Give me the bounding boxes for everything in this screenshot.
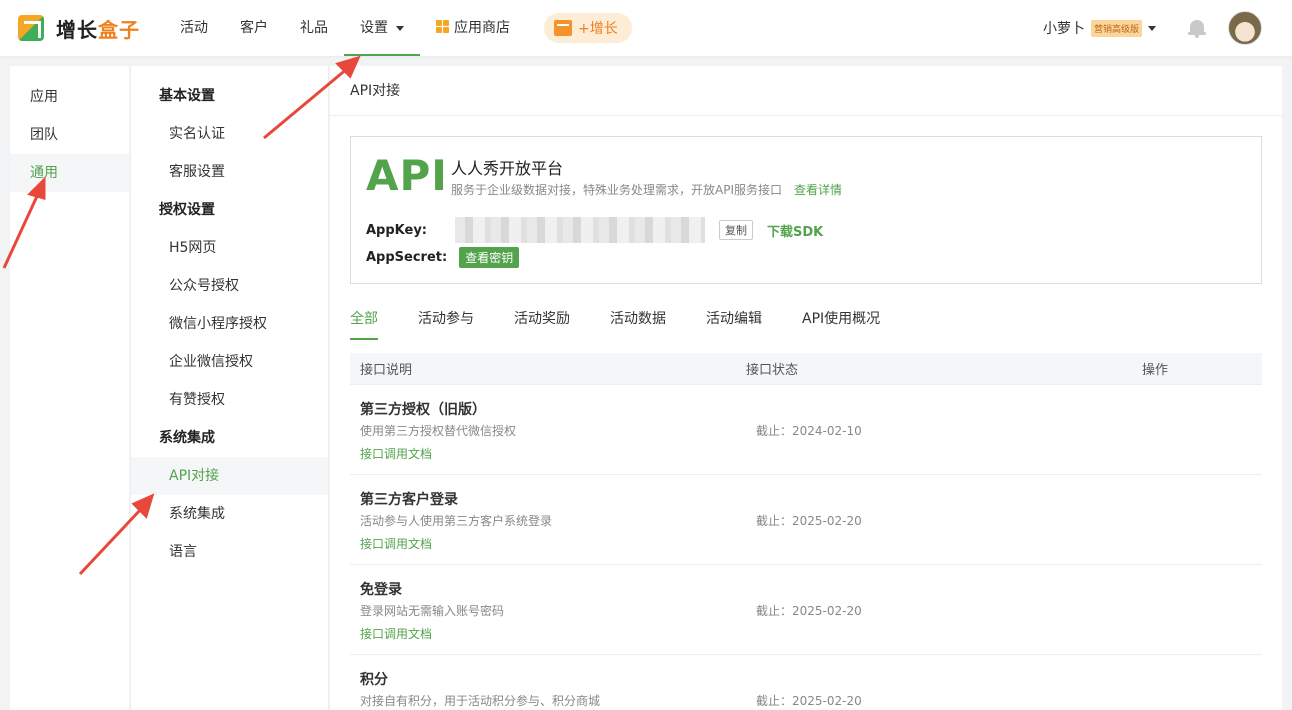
row-doc-link[interactable]: 接口调用文档 bbox=[360, 625, 432, 642]
chevron-down-icon bbox=[396, 25, 404, 31]
row-desc: 活动参与人使用第三方客户系统登录 bbox=[360, 514, 553, 528]
row-doc-link[interactable]: 接口调用文档 bbox=[360, 445, 432, 462]
table-row: 第三方客户登录 活动参与人使用第三方客户系统登录 接口调用文档 截止：2025-… bbox=[350, 475, 1262, 565]
app-logo[interactable]: 增长盒子 bbox=[18, 14, 164, 43]
row-status: 截止：2024-02-10 bbox=[756, 424, 862, 438]
table-header: 接口说明 接口状态 操作 bbox=[350, 353, 1262, 385]
grow-label: +增长 bbox=[578, 21, 618, 37]
logo-icon bbox=[18, 15, 44, 41]
nav-item-customers[interactable]: 客户 bbox=[224, 0, 284, 56]
appkey-label: AppKey: bbox=[366, 222, 428, 238]
top-navbar: 增长盒子 活动 客户 礼品 设置 应用商店 +增长 小萝卜 营销高级版 bbox=[0, 0, 1292, 56]
user-name: 小萝卜 bbox=[1042, 21, 1085, 37]
appsecret-label: AppSecret: bbox=[366, 250, 448, 265]
main-nav: 活动 客户 礼品 设置 应用商店 +增长 bbox=[164, 0, 632, 56]
sidebar-item-general[interactable]: 通用 bbox=[10, 154, 129, 192]
nav-item-settings[interactable]: 设置 bbox=[344, 0, 420, 56]
table-row: 积分 对接自有积分，用于活动积分参与、积分商城 截止：2025-02-20 bbox=[350, 655, 1262, 710]
row-name: 第三方客户登录 bbox=[360, 492, 458, 508]
tab-data[interactable]: 活动数据 bbox=[610, 308, 666, 340]
page-title: API对接 bbox=[330, 66, 1282, 116]
avatar[interactable] bbox=[1228, 11, 1262, 45]
group-title-auth: 授权设置 bbox=[159, 202, 215, 218]
tab-rewards[interactable]: 活动奖励 bbox=[514, 308, 570, 340]
nav-item-app-store[interactable]: 应用商店 bbox=[420, 0, 526, 56]
download-sdk-link[interactable]: 下载SDK bbox=[767, 221, 823, 240]
api-info-card: API 人人秀开放平台 服务于企业级数据对接，特殊业务处理需求，开放API服务接… bbox=[350, 136, 1262, 284]
row-status: 截止：2025-02-20 bbox=[756, 514, 862, 528]
tab-participation[interactable]: 活动参与 bbox=[418, 308, 474, 340]
tab-all[interactable]: 全部 bbox=[350, 308, 378, 340]
menu-item-language[interactable]: 语言 bbox=[131, 533, 328, 571]
secondary-sidebar: 基本设置 实名认证 客服设置 授权设置 H5网页 公众号授权 微信小程序授权 企… bbox=[130, 66, 329, 710]
view-details-link[interactable]: 查看详情 bbox=[794, 183, 842, 197]
header-actions: 操作 bbox=[1142, 363, 1169, 378]
row-name: 积分 bbox=[360, 672, 388, 688]
menu-item-customer-service[interactable]: 客服设置 bbox=[131, 153, 328, 191]
row-doc-link[interactable]: 接口调用文档 bbox=[360, 535, 432, 552]
row-desc: 使用第三方授权替代微信授权 bbox=[360, 424, 517, 438]
platform-desc-text: 服务于企业级数据对接，特殊业务处理需求，开放API服务接口 bbox=[451, 183, 782, 197]
row-name: 免登录 bbox=[360, 582, 402, 598]
nav-item-gifts[interactable]: 礼品 bbox=[284, 0, 344, 56]
platform-desc: 服务于企业级数据对接，特殊业务处理需求，开放API服务接口 查看详情 bbox=[451, 181, 842, 198]
app-store-label: 应用商店 bbox=[454, 20, 510, 36]
tab-editing[interactable]: 活动编辑 bbox=[706, 308, 762, 340]
header-description: 接口说明 bbox=[360, 363, 413, 378]
bell-icon[interactable] bbox=[1188, 18, 1206, 38]
menu-item-youzan[interactable]: 有赞授权 bbox=[131, 381, 328, 419]
row-desc: 对接自有积分，用于活动积分参与、积分商城 bbox=[360, 694, 601, 708]
gift-box-icon bbox=[554, 20, 572, 36]
menu-item-wecom[interactable]: 企业微信授权 bbox=[131, 343, 328, 381]
menu-item-h5[interactable]: H5网页 bbox=[131, 229, 328, 267]
grow-button[interactable]: +增长 bbox=[544, 13, 632, 43]
row-desc: 登录网站无需输入账号密码 bbox=[360, 604, 505, 618]
grid-apps-icon bbox=[436, 20, 449, 33]
api-table: 接口说明 接口状态 操作 第三方授权（旧版） 使用第三方授权替代微信授权 接口调… bbox=[350, 353, 1262, 710]
platform-name: 人人秀开放平台 bbox=[451, 159, 564, 178]
appkey-row: AppKey: 复制 下载SDK bbox=[366, 217, 823, 243]
user-area: 小萝卜 营销高级版 bbox=[1043, 0, 1262, 56]
menu-item-system-integration[interactable]: 系统集成 bbox=[131, 495, 328, 533]
menu-item-official-account[interactable]: 公众号授权 bbox=[131, 267, 328, 305]
sidebar-item-apps[interactable]: 应用 bbox=[10, 78, 129, 116]
chevron-down-icon bbox=[1148, 25, 1156, 31]
copy-button[interactable]: 复制 bbox=[719, 220, 754, 240]
row-name: 第三方授权（旧版） bbox=[360, 402, 486, 418]
menu-item-api[interactable]: API对接 bbox=[131, 457, 328, 495]
group-title-integration: 系统集成 bbox=[159, 430, 215, 446]
tab-usage-overview[interactable]: API使用概况 bbox=[802, 308, 880, 340]
row-status: 截止：2025-02-20 bbox=[756, 694, 862, 708]
sidebar-item-team[interactable]: 团队 bbox=[10, 116, 129, 154]
appkey-value-redacted bbox=[455, 217, 706, 243]
table-row: 免登录 登录网站无需输入账号密码 接口调用文档 截止：2025-02-20 bbox=[350, 565, 1262, 655]
api-tabs: 全部 活动参与 活动奖励 活动数据 活动编辑 API使用概况 bbox=[350, 308, 920, 340]
logo-text: 增长盒子 bbox=[56, 17, 140, 42]
primary-sidebar: 应用 团队 通用 bbox=[10, 66, 129, 710]
row-status: 截止：2025-02-20 bbox=[756, 604, 862, 618]
appsecret-row: AppSecret: 查看密钥 bbox=[366, 247, 520, 268]
view-secret-button[interactable]: 查看密钥 bbox=[459, 247, 520, 268]
nav-item-activity[interactable]: 活动 bbox=[164, 0, 224, 56]
main-content: API对接 API 人人秀开放平台 服务于企业级数据对接，特殊业务处理需求，开放… bbox=[330, 66, 1282, 710]
group-title-basic: 基本设置 bbox=[159, 88, 215, 104]
api-logo: API bbox=[366, 151, 448, 200]
plan-badge: 营销高级版 bbox=[1090, 19, 1142, 37]
menu-item-realname[interactable]: 实名认证 bbox=[131, 115, 328, 153]
header-status: 接口状态 bbox=[746, 363, 799, 378]
nav-settings-label: 设置 bbox=[360, 20, 388, 36]
menu-item-mini-program[interactable]: 微信小程序授权 bbox=[131, 305, 328, 343]
user-menu[interactable]: 小萝卜 营销高级版 bbox=[1043, 18, 1156, 38]
table-row: 第三方授权（旧版） 使用第三方授权替代微信授权 接口调用文档 截止：2024-0… bbox=[350, 385, 1262, 475]
